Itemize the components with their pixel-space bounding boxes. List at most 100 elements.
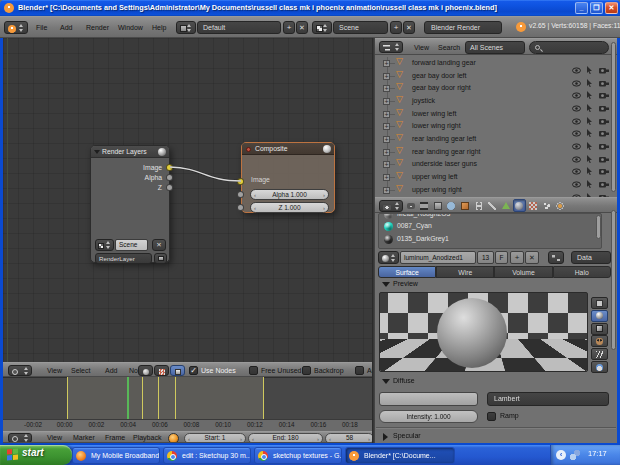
record-button[interactable] [168,433,179,443]
scene-browse-button[interactable] [95,239,114,251]
specular-panel-header[interactable]: Specular [379,431,609,443]
outliner-row[interactable]: + ▽ lower wing left [375,108,617,121]
expand-plus-icon[interactable]: + [383,60,390,67]
taskbar-task-button[interactable]: Blender* [C:\Docume... [345,447,455,464]
new-material-button[interactable]: + [510,251,524,264]
socket-rl-alpha[interactable] [166,174,173,181]
free-unused-checkbox[interactable] [249,366,258,375]
expand-plus-icon[interactable]: + [383,111,390,118]
outliner-row[interactable]: + ▽ lower wing right [375,120,617,133]
scene-icon-button[interactable] [312,21,332,34]
outliner-row[interactable]: + ▽ rear landing gear right [375,146,617,159]
preview-type-cube[interactable] [591,323,608,335]
material-slots-list[interactable]: Metal_Rough2O3 0087_Cyan 0135_DarkGrey1 [378,213,602,249]
editor-type-button-outliner[interactable] [379,41,403,53]
menu-frame[interactable]: Frame [105,432,125,443]
cursor-select-icon[interactable] [586,187,593,198]
menu-view[interactable]: View [47,364,62,377]
preview-type-sphere[interactable] [591,310,608,322]
timeline-current-frame-line[interactable] [127,377,129,419]
preview-type-world[interactable] [591,361,608,373]
expand-plus-icon[interactable]: + [383,174,390,181]
auto-render-checkbox[interactable] [355,366,364,375]
menu-help[interactable]: Help [152,21,166,34]
properties-tab-constraints[interactable] [472,199,485,212]
material-slot-row[interactable]: 0135_DarkGrey1 [379,233,597,245]
outliner-row[interactable]: + ▽ joystick [375,95,617,108]
taskbar-task-button[interactable]: My Mobile Broadband... [72,447,160,464]
add-scene-button[interactable]: + [390,21,402,34]
screen-layout-icon-button[interactable] [176,21,196,34]
tray-chevron-icon[interactable]: ‹ [556,450,566,460]
preview-type-hair[interactable] [591,348,608,360]
menu-playback[interactable]: Playback [133,432,161,443]
material-slot-row[interactable]: 0087_Cyan [379,221,597,233]
current-frame-field[interactable]: ‹58› [325,433,372,443]
outliner-filter-select[interactable]: All Scenes [465,41,525,54]
compositing-nodes-toggle[interactable] [170,365,185,376]
outliner-row[interactable]: + ▽ gear bay door left [375,70,617,83]
menu-window[interactable]: Window [118,21,143,34]
start-frame-field[interactable]: ‹Start: 1› [184,433,246,443]
material-name-field[interactable]: luminum_Anodized1 [400,251,476,264]
outliner-row[interactable]: + ▽ forward landing gear [375,57,617,70]
z-slider[interactable]: ‹Z 1.000› [250,202,329,213]
timeline-ruler[interactable]: -00:0200:0000:0200:0400:0600:0800:1000:1… [3,419,372,431]
preview-panel-header[interactable]: Preview [379,279,609,291]
outliner-row[interactable]: + ▽ underside laser guns [375,158,617,171]
maximize-button[interactable]: ❐ [590,2,603,14]
editor-type-button-timeline[interactable] [8,433,32,443]
diffuse-shader-select[interactable]: Lambert [487,392,609,406]
expand-plus-icon[interactable]: + [383,136,390,143]
scene-name-field[interactable]: Scene [333,21,388,34]
properties-tab-particles[interactable] [540,199,553,212]
properties-tab-render[interactable] [404,199,417,212]
texture-nodes-toggle[interactable] [154,365,169,376]
material-link-select[interactable]: Data [571,251,611,264]
properties-scrollbar[interactable] [611,210,616,350]
menu-marker[interactable]: Marker [73,432,95,443]
slots-scrollbar[interactable] [596,215,601,239]
backdrop-checkbox[interactable] [302,366,311,375]
menu-view[interactable]: View [47,432,62,443]
properties-tab-texture[interactable] [526,199,539,212]
menu-file[interactable]: File [36,21,47,34]
menu-select[interactable]: Select [71,364,90,377]
material-type-wire[interactable]: Wire [436,266,494,278]
properties-tab-modifiers[interactable] [486,199,499,212]
alpha-slider[interactable]: ‹Alpha 1.000› [250,189,329,200]
window-titlebar[interactable]: Blender* [C:\Documents and Settings\Admi… [0,0,620,16]
outliner-row[interactable]: + ▽ rear landing gear left [375,133,617,146]
render-layer-select[interactable]: RenderLayer [95,253,152,264]
node-composite[interactable]: Composite Image ‹Alpha 1.000› ‹Z 1.000› [241,142,335,213]
screen-layout-field[interactable]: Default [197,21,281,34]
editor-type-button-properties[interactable] [379,200,403,212]
properties-tab-physics[interactable] [554,199,567,212]
shader-nodes-toggle[interactable] [138,365,153,376]
node-render-layers[interactable]: Render Layers Image Alpha Z Scene ✕ Rend… [90,145,170,263]
material-slot-row[interactable]: Metal_Rough2O3 [379,213,597,220]
outliner-scrollbar[interactable] [611,42,616,192]
taskbar-task-button[interactable]: edit : Sketchup 30 m... [163,447,251,464]
properties-tab-scene[interactable] [431,199,444,212]
socket-comp-image[interactable] [237,178,244,185]
expand-plus-icon[interactable]: + [383,123,390,130]
expand-plus-icon[interactable]: + [383,73,390,80]
socket-rl-z[interactable] [166,184,173,191]
collapse-icon[interactable] [94,150,100,154]
outliner-row[interactable]: + ▽ upper wing right [375,184,617,197]
socket-comp-z[interactable] [237,204,244,211]
unlink-scene-button[interactable]: ✕ [152,239,166,251]
use-nodes-checkbox[interactable]: ✓ [189,366,198,375]
expand-plus-icon[interactable]: + [383,149,390,156]
taskbar-task-button[interactable]: sketchup textures - G... [254,447,342,464]
node-header[interactable]: Composite [242,143,334,155]
socket-rl-image[interactable] [166,164,173,171]
material-type-halo[interactable]: Halo [553,266,611,278]
properties-tab-material[interactable] [513,199,526,212]
material-users-button[interactable]: 13 [477,251,494,264]
menu-search[interactable]: Search [438,41,460,54]
expand-plus-icon[interactable]: + [383,187,390,194]
ramp-checkbox[interactable] [487,412,496,421]
tray-clock[interactable]: 17:17 [588,449,607,458]
